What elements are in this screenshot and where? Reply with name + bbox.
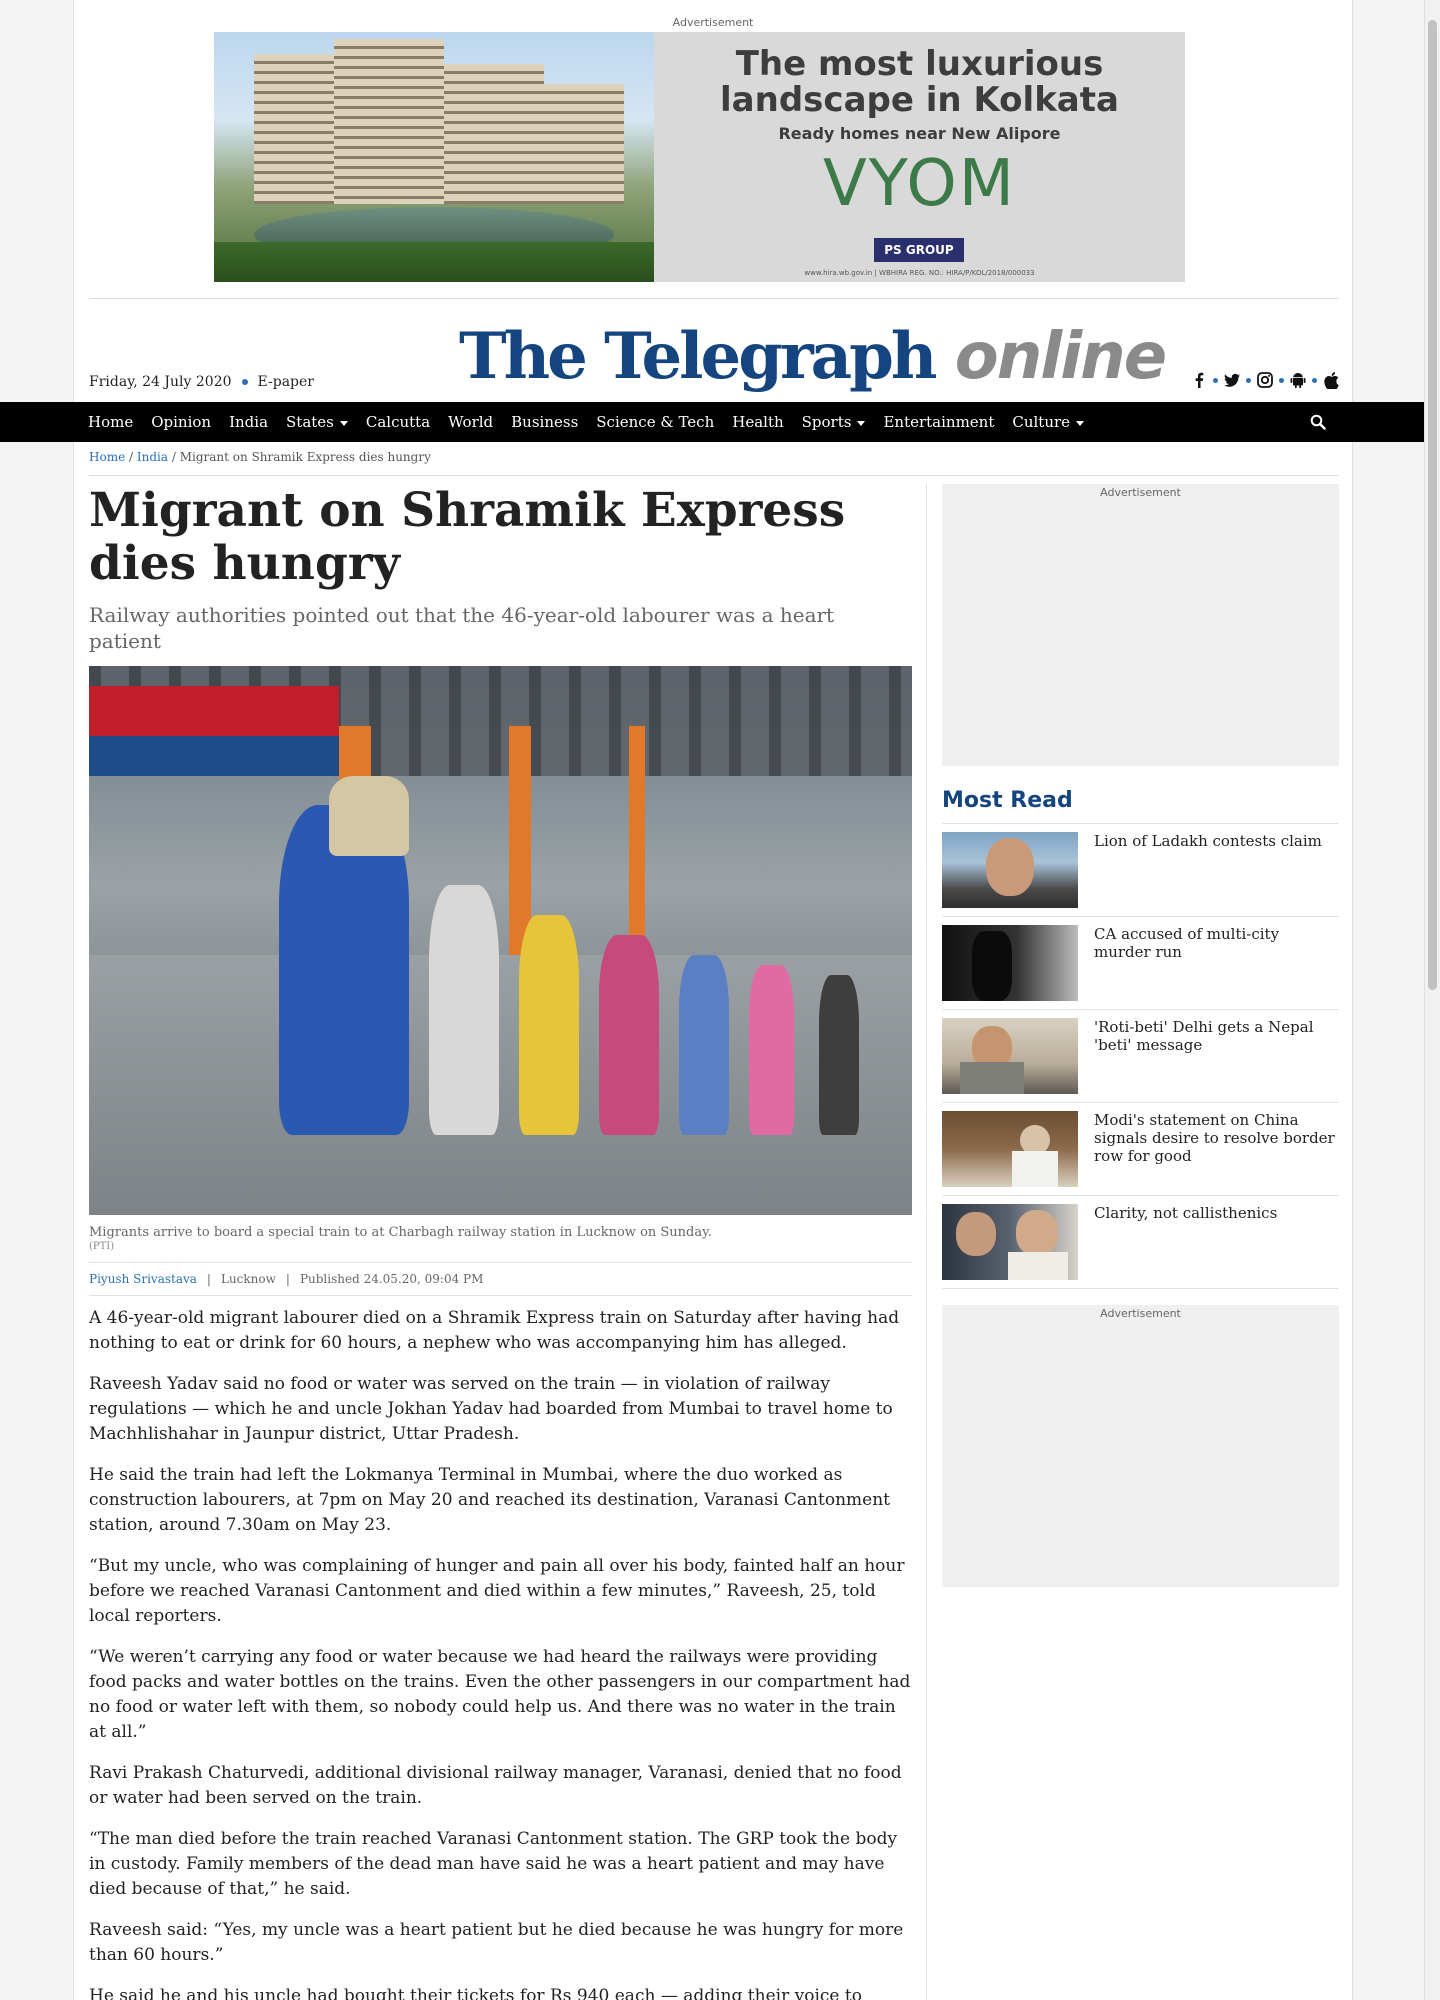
sidebar-ad-slot[interactable]: Advertisement	[942, 1305, 1339, 1587]
nav-item-science-tech[interactable]: Science & Tech	[596, 413, 714, 431]
byline-separator: |	[285, 1272, 290, 1286]
breadcrumb-home[interactable]: Home	[89, 450, 125, 464]
nav-item-opinion[interactable]: Opinion	[151, 413, 211, 431]
column-divider	[926, 484, 927, 2000]
android-icon[interactable]	[1290, 372, 1306, 388]
nav-item-entertainment[interactable]: Entertainment	[883, 413, 994, 431]
nav-item-calcutta[interactable]: Calcutta	[366, 413, 430, 431]
instagram-icon[interactable]	[1257, 372, 1273, 388]
most-read-headline[interactable]: Clarity, not callisthenics	[1094, 1204, 1277, 1280]
page-container: Advertisement The most luxurious landsca…	[73, 0, 1353, 2000]
paragraph: Raveesh Yadav said no food or water was …	[89, 1374, 893, 1444]
most-read-thumbnail[interactable]	[942, 1111, 1078, 1187]
date-row: Friday, 24 July 2020 E-paper	[89, 374, 314, 390]
breadcrumb: Home / India / Migrant on Shramik Expres…	[89, 450, 431, 464]
breadcrumb-separator: /	[171, 450, 176, 464]
article-body: A 46-year-old migrant labourer died on a…	[89, 1306, 912, 2000]
nav-label: Culture	[1012, 413, 1071, 431]
most-read-thumbnail[interactable]	[942, 1204, 1078, 1280]
separator-dot	[1213, 377, 1218, 383]
separator-dot	[1279, 377, 1284, 383]
sidebar: Advertisement Most Read Lion of Ladakh c…	[942, 484, 1339, 1587]
most-read-title: Most Read	[942, 788, 1339, 824]
nav-item-health[interactable]: Health	[732, 413, 783, 431]
dateline-location: Lucknow	[220, 1272, 276, 1286]
site-logo[interactable]: The Telegraph online	[459, 319, 1167, 394]
byline-separator: |	[206, 1272, 211, 1286]
divider	[89, 475, 1339, 476]
nav-label: Sports	[801, 413, 852, 431]
article-subhead: Railway authorities pointed out that the…	[89, 603, 835, 653]
logo-online: online	[954, 320, 1167, 394]
paragraph: A 46-year-old migrant labourer died on a…	[89, 1308, 900, 1353]
paragraph: He said the train had left the Lokmanya …	[89, 1465, 890, 1535]
author-link[interactable]: Piyush Srivastava	[89, 1272, 197, 1286]
chevron-down-icon	[339, 420, 348, 426]
ad-label: Advertisement	[1100, 1307, 1181, 1320]
paragraph: “We weren’t carrying any food or water b…	[89, 1647, 911, 1742]
most-read-item[interactable]: Modi's statement on China signals desire…	[942, 1103, 1339, 1196]
scrollbar-thumb[interactable]	[1428, 20, 1437, 990]
paragraph: Raveesh said: “Yes, my uncle was a heart…	[89, 1920, 904, 1965]
most-read-item[interactable]: Lion of Ladakh contests claim	[942, 824, 1339, 917]
paragraph: “The man died before the train reached V…	[89, 1829, 898, 1899]
twitter-icon[interactable]	[1224, 372, 1240, 388]
epaper-link[interactable]: E-paper	[258, 374, 314, 390]
most-read-item[interactable]: Clarity, not callisthenics	[942, 1196, 1339, 1289]
most-read-item[interactable]: 'Roti-beti' Delhi gets a Nepal 'beti' me…	[942, 1010, 1339, 1103]
most-read-headline[interactable]: Lion of Ladakh contests claim	[1094, 832, 1322, 908]
separator-dot	[1312, 377, 1317, 383]
chevron-down-icon	[857, 420, 866, 426]
nav-item-sports[interactable]: Sports	[802, 413, 866, 431]
image-caption: Migrants arrive to board a special train…	[89, 1225, 712, 1240]
image-credit: (PTI)	[89, 1241, 115, 1252]
paragraph: “But my uncle, who was complaining of hu…	[89, 1556, 905, 1626]
nav-item-business[interactable]: Business	[511, 413, 578, 431]
nav-item-world[interactable]: World	[448, 413, 493, 431]
most-read-item[interactable]: CA accused of multi-city murder run	[942, 917, 1339, 1010]
most-read-thumbnail[interactable]	[942, 832, 1078, 908]
apple-icon[interactable]	[1323, 371, 1339, 389]
divider	[89, 298, 1339, 299]
most-read-thumbnail[interactable]	[942, 925, 1078, 1001]
social-links	[1191, 371, 1339, 389]
paragraph: He said he and his uncle had bought thei…	[89, 1986, 862, 2000]
breadcrumb-current: Migrant on Shramik Express dies hungry	[179, 450, 431, 464]
byline: Piyush Srivastava | Lucknow | Published …	[89, 1262, 912, 1296]
separator-dot	[241, 379, 248, 385]
breadcrumb-section[interactable]: India	[137, 450, 168, 464]
chevron-down-icon	[1076, 420, 1085, 426]
facebook-icon[interactable]	[1191, 372, 1207, 388]
ad-label: Advertisement	[1100, 486, 1181, 499]
publish-time: Published 24.05.20, 09:04 PM	[299, 1272, 484, 1286]
current-date: Friday, 24 July 2020	[89, 374, 232, 390]
separator-dot	[1246, 377, 1251, 383]
nav-item-home[interactable]: Home	[88, 413, 133, 431]
search-icon[interactable]	[1310, 414, 1326, 430]
most-read-headline[interactable]: CA accused of multi-city murder run	[1094, 925, 1339, 1001]
most-read-thumbnail[interactable]	[942, 1018, 1078, 1094]
article-headline: Migrant on Shramik Express dies hungry	[89, 483, 846, 591]
most-read-headline[interactable]: 'Roti-beti' Delhi gets a Nepal 'beti' me…	[1094, 1018, 1339, 1094]
sidebar-ad-slot[interactable]: Advertisement	[942, 484, 1339, 766]
nav-menu: Home Opinion India States Calcutta World…	[88, 402, 1085, 442]
nav-item-culture[interactable]: Culture	[1012, 413, 1085, 431]
logo-main: The Telegraph	[459, 319, 937, 394]
breadcrumb-separator: /	[129, 450, 134, 464]
article-hero-image	[89, 666, 912, 1215]
page-scrollbar[interactable]	[1424, 0, 1440, 2000]
article: Migrant on Shramik Express dies hungry R…	[89, 484, 912, 2000]
nav-item-india[interactable]: India	[229, 413, 268, 431]
paragraph: Ravi Prakash Chaturvedi, additional divi…	[89, 1763, 902, 1808]
nav-label: States	[286, 413, 334, 431]
most-read-headline[interactable]: Modi's statement on China signals desire…	[1094, 1111, 1339, 1187]
nav-item-states[interactable]: States	[286, 413, 348, 431]
main-navigation: Home Opinion India States Calcutta World…	[0, 402, 1424, 442]
